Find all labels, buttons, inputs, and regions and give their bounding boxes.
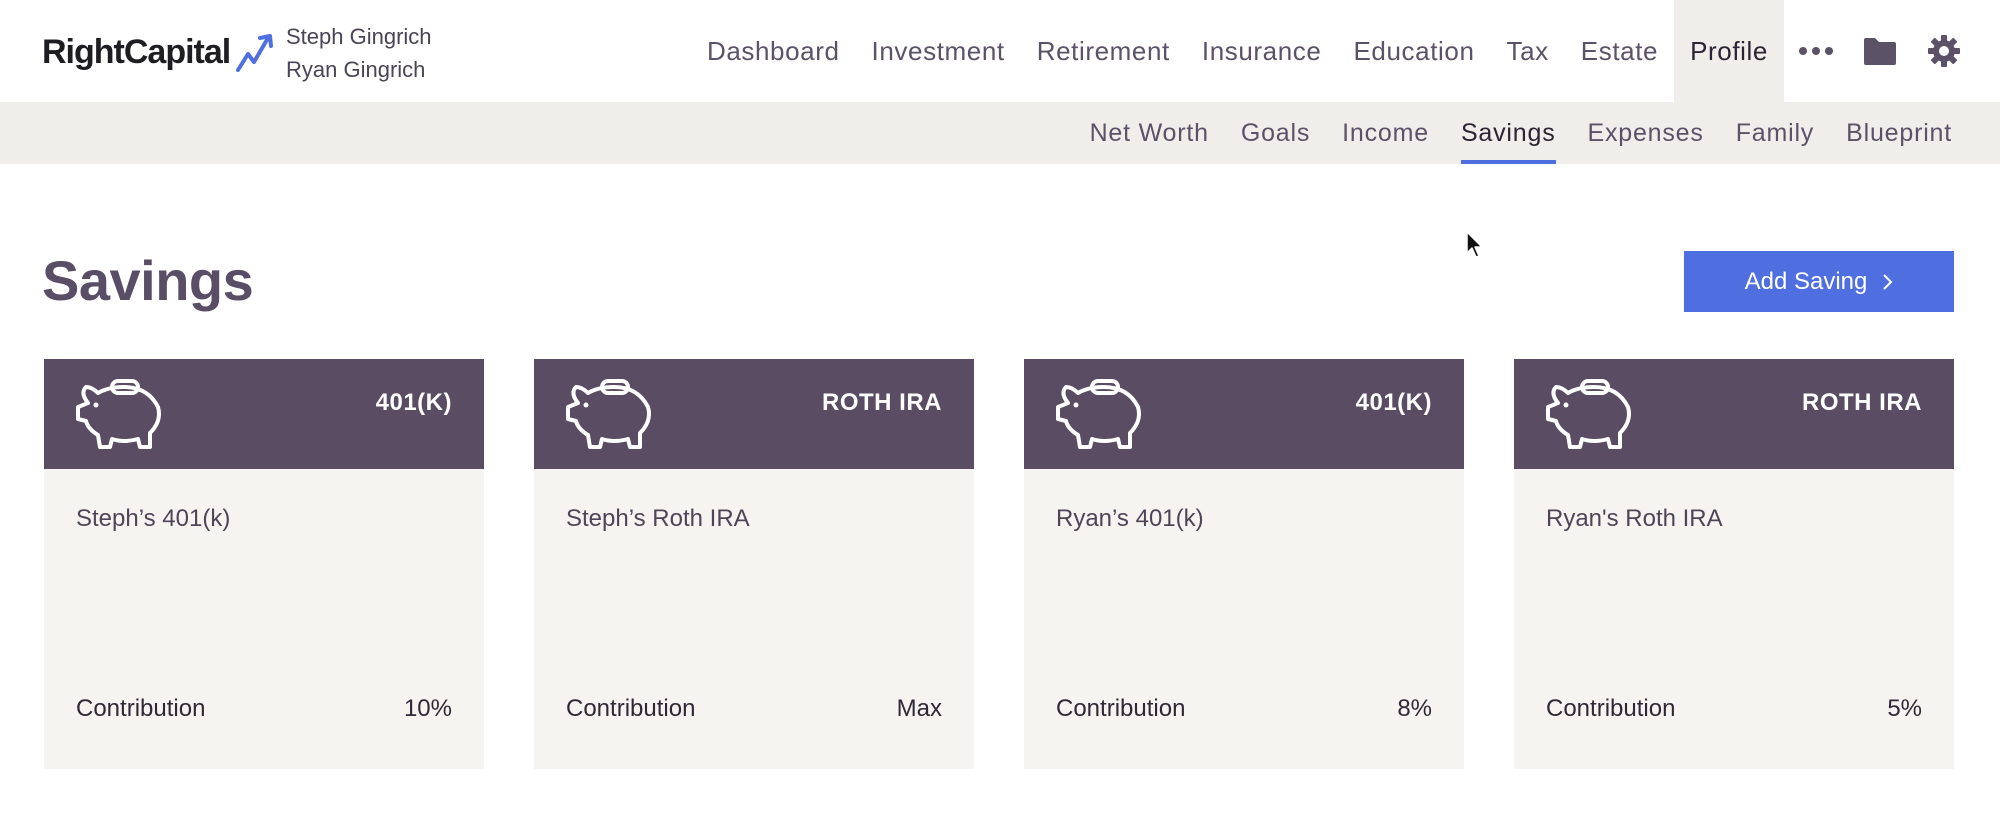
card-header: ROTH IRA [1514,359,1954,469]
contribution-row: Contribution Max [566,695,942,723]
page-title: Savings [42,249,254,312]
more-icon [1799,47,1833,55]
tab-blueprint[interactable]: Blueprint [1846,102,1952,164]
tab-net-worth[interactable]: Net Worth [1090,102,1209,164]
chevron-right-icon [1883,273,1893,290]
card-header: 401(K) [1024,359,1464,469]
tab-expenses[interactable]: Expenses [1588,102,1704,164]
contribution-label: Contribution [566,695,696,722]
nav-estate[interactable]: Estate [1565,0,1674,102]
nav-education[interactable]: Education [1337,0,1490,102]
nav-retirement[interactable]: Retirement [1021,0,1186,102]
nav-tax[interactable]: Tax [1491,0,1565,102]
piggy-bank-icon [1546,379,1631,449]
piggy-bank-icon [1056,379,1141,449]
savings-card[interactable]: ROTH IRA Steph’s Roth IRA Contribution M… [534,359,974,769]
folder-icon [1864,38,1896,65]
savings-card[interactable]: 401(K) Ryan’s 401(k) Contribution 8% [1024,359,1464,769]
account-name: Ryan’s 401(k) [1056,505,1204,532]
add-saving-label: Add Saving [1744,267,1868,295]
gear-icon [1928,35,1960,67]
contribution-label: Contribution [1546,695,1676,722]
card-header: 401(K) [44,359,484,469]
contribution-row: Contribution 8% [1056,695,1432,723]
settings-button[interactable] [1912,0,1976,102]
tab-family[interactable]: Family [1736,102,1814,164]
card-header: ROTH IRA [534,359,974,469]
tab-savings[interactable]: Savings [1460,102,1556,164]
logo[interactable]: RightCapital [42,30,278,74]
contribution-value: Max [896,695,942,722]
contribution-label: Contribution [1056,695,1186,722]
account-type-label: ROTH IRA [1802,389,1922,416]
add-saving-button[interactable]: Add Saving [1684,251,1954,312]
contribution-label: Contribution [76,695,206,722]
savings-cards: 401(K) Steph’s 401(k) Contribution 10% R… [44,359,1954,769]
piggy-bank-icon [76,379,161,449]
sub-nav-items: Net Worth Goals Income Savings Expenses … [1058,102,1952,164]
nav-insurance[interactable]: Insurance [1186,0,1338,102]
tab-goals[interactable]: Goals [1241,102,1310,164]
account-name: Ryan's Roth IRA [1546,505,1723,532]
account-type-label: 401(K) [1355,389,1432,416]
logo-arrow-icon [236,34,274,72]
account-type-label: ROTH IRA [822,389,942,416]
contribution-value: 5% [1887,695,1922,722]
contribution-value: 8% [1397,695,1432,722]
contribution-value: 10% [403,695,452,722]
folder-button[interactable] [1848,0,1912,102]
contribution-row: Contribution 10% [76,695,452,723]
mouse-cursor-icon [1466,231,1483,258]
more-button[interactable] [1784,0,1848,102]
sub-nav: Net Worth Goals Income Savings Expenses … [0,102,2000,164]
piggy-bank-icon [566,379,651,449]
account-name: Steph’s Roth IRA [566,505,750,532]
contribution-row: Contribution 5% [1546,695,1922,723]
client-name: Steph Gingrich [286,24,432,49]
nav-dashboard[interactable]: Dashboard [691,0,856,102]
nav-profile[interactable]: Profile [1674,0,1784,102]
account-type-label: 401(K) [375,389,452,416]
nav-investment[interactable]: Investment [856,0,1021,102]
logo-text: RightCapital [42,32,231,71]
savings-card[interactable]: 401(K) Steph’s 401(k) Contribution 10% [44,359,484,769]
main-nav: Dashboard Investment Retirement Insuranc… [691,0,2000,102]
account-name: Steph’s 401(k) [76,505,231,532]
client-name: Ryan Gingrich [286,57,426,82]
top-bar: RightCapital Steph Gingrich Ryan Gingric… [0,0,2000,102]
tab-income[interactable]: Income [1342,102,1429,164]
client-names: Steph Gingrich Ryan Gingrich [286,20,432,86]
savings-card[interactable]: ROTH IRA Ryan's Roth IRA Contribution 5% [1514,359,1954,769]
